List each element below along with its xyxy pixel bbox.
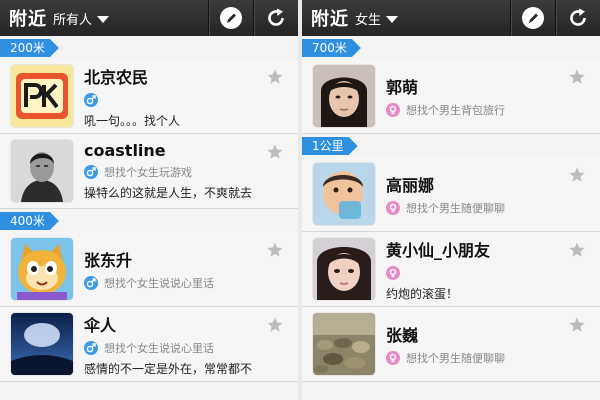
pebbles-photo [313,313,375,375]
avatar[interactable] [11,140,73,202]
star-icon[interactable] [266,241,284,259]
caret-down-icon [97,15,110,23]
man-bw-photo [11,140,73,202]
male-symbol-icon [84,165,98,179]
avatar[interactable] [313,65,375,127]
seeking-text: 想找个女生玩游戏 [104,166,192,179]
user-meta: 想找个女生说说心里话 [84,275,298,291]
user-meta: 想找个女生说说心里话 [84,340,298,356]
girl-photo [313,65,375,127]
star-icon[interactable] [266,316,284,334]
female-symbol-icon [386,265,400,280]
list-item[interactable]: 黄小仙_小朋友 约炮的滚蛋！ [302,232,600,307]
female-symbol-icon [386,201,400,215]
baby-photo [313,163,375,225]
distance-section: 400米 [0,212,298,230]
female-symbol-icon [386,103,400,117]
cartoon-cat [11,238,73,300]
seeking-text: 想找个男生背包旅行 [406,104,505,117]
filter-label: 女生 [355,12,382,28]
female-symbol-icon [386,351,400,365]
edit-button[interactable] [208,0,253,36]
distance-section: 1公里 [302,137,600,155]
user-meta [84,92,298,108]
distance-tag: 1公里 [302,137,358,155]
distance-section: 200米 [0,39,298,57]
page-title: 附近 [311,9,349,30]
filter-dropdown[interactable]: 附近 女生 [302,5,510,31]
filter-dropdown[interactable]: 附近 所有人 [0,5,208,31]
star-icon[interactable] [266,68,284,86]
top-bar: 附近 女生 [302,0,600,36]
status-message: 操特么的这就是人生，不爽就去 [84,186,253,200]
avatar[interactable] [11,313,73,375]
avatar[interactable] [313,313,375,375]
list-item[interactable]: 高丽娜 想找个男生随便聊聊 [302,157,600,232]
avatar[interactable] [11,238,73,300]
page-title: 附近 [9,9,47,30]
pencil-icon [220,7,242,29]
user-meta: 想找个女生玩游戏 [84,164,298,180]
list-item[interactable]: coastline 想找个女生玩游戏 操特么的这就是人生，不爽就去 [0,134,298,209]
girl-closeup-photo [313,238,375,300]
pencil-icon [522,7,544,29]
list-item[interactable]: 张巍 想找个男生随便聊聊 [302,307,600,382]
male-symbol-icon [84,92,98,107]
star-icon[interactable] [568,68,586,86]
status-message: 感情的不一定是外在，常常都不 [84,361,253,376]
distance-tag: 400米 [0,212,59,230]
list-item[interactable]: 张东升 想找个女生说说心里话 [0,232,298,307]
caret-down-icon [386,15,399,23]
top-bar: 附近 所有人 [0,0,298,36]
seeking-text: 想找个女生说说心里话 [104,277,214,290]
star-icon[interactable] [568,166,586,184]
avatar[interactable] [313,238,375,300]
user-meta: 想找个男生随便聊聊 [386,200,600,216]
refresh-icon [570,8,586,26]
list-item[interactable]: 伞人 想找个女生说说心里话 感情的不一定是外在，常常都不 [0,307,298,382]
avatar[interactable] [11,65,73,127]
user-list: 200米 北京农民 吼一句。。。找个人 coastline 想找个女生玩游戏 操… [0,39,298,382]
user-meta [386,265,600,281]
male-symbol-icon [84,340,98,355]
distance-tag: 700米 [302,39,361,57]
nearby-panel-all: 附近 所有人 200米 北京农民 吼一句。。。找个人 coastline 想找个… [0,0,298,400]
status-message: 约炮的滚蛋！ [386,286,459,301]
filter-label: 所有人 [53,12,93,28]
star-icon[interactable] [568,316,586,334]
avatar[interactable] [313,163,375,225]
refresh-icon [268,8,284,26]
nearby-panel-female: 附近 女生 700米 郭萌 想找个男生背包旅行 1公里 高丽娜 想找个男生随便聊… [302,0,600,400]
pk-logo [11,65,73,127]
user-meta: 想找个男生背包旅行 [386,102,600,118]
male-symbol-icon [84,276,98,290]
list-item[interactable]: 北京农民 吼一句。。。找个人 [0,59,298,134]
list-item[interactable]: 郭萌 想找个男生背包旅行 [302,59,600,134]
status-message: 吼一句。。。找个人 [84,113,181,128]
seeking-text: 想找个男生随便聊聊 [406,352,505,365]
star-icon[interactable] [568,241,586,259]
distance-section: 700米 [302,39,600,57]
edit-button[interactable] [510,0,555,36]
screenshot: 附近 所有人 200米 北京农民 吼一句。。。找个人 coastline 想找个… [0,0,600,400]
star-icon[interactable] [266,143,284,161]
refresh-button[interactable] [555,0,600,36]
user-meta: 想找个男生随便聊聊 [386,350,600,366]
user-list: 700米 郭萌 想找个男生背包旅行 1公里 高丽娜 想找个男生随便聊聊 黄小仙_… [302,39,600,382]
refresh-button[interactable] [253,0,298,36]
night-sky-photo [11,313,73,375]
seeking-text: 想找个女生说说心里话 [104,341,214,355]
distance-tag: 200米 [0,39,59,57]
seeking-text: 想找个男生随便聊聊 [406,202,505,215]
